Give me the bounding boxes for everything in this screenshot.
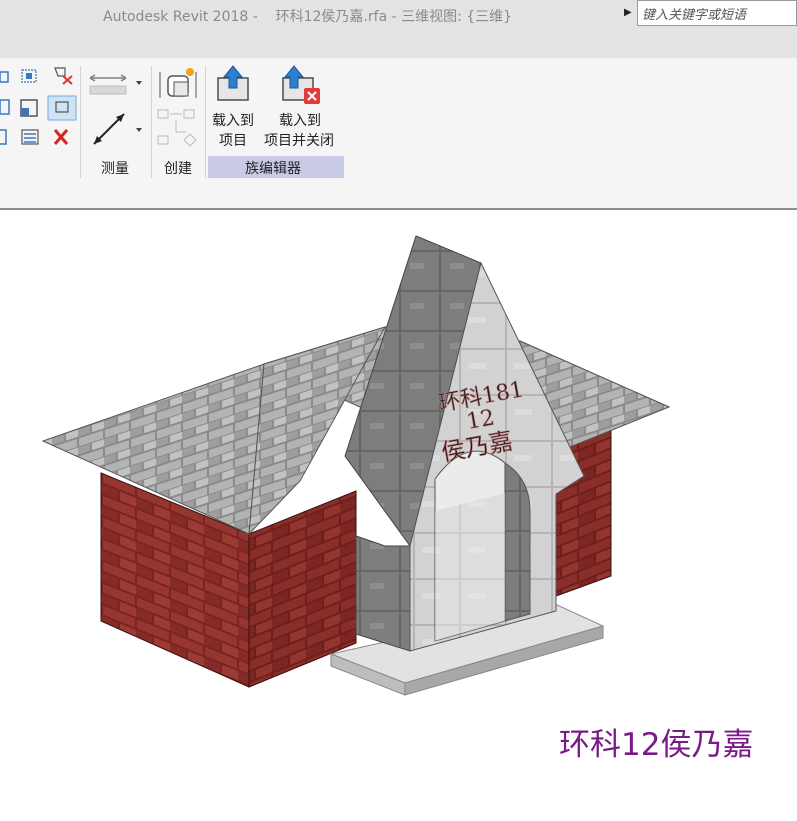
search-input[interactable]: 键入关键字或短语 <box>637 0 797 26</box>
search-expand-icon[interactable]: ▶ <box>624 7 632 18</box>
load-close-label-line2: 项目并关闭 <box>264 133 334 149</box>
separator <box>151 66 152 178</box>
arch-back-wall <box>435 493 505 641</box>
separator <box>205 66 206 178</box>
separator <box>80 66 81 178</box>
dropdown-arrow-icon[interactable] <box>136 128 142 132</box>
align-icon[interactable] <box>0 71 9 83</box>
panel-label-create: 创建 <box>164 161 192 177</box>
scale-icon[interactable] <box>20 99 38 117</box>
modify-tools-group <box>0 67 77 145</box>
mirror-icon[interactable] <box>0 99 10 115</box>
load-into-project-button[interactable] <box>215 64 255 106</box>
load-into-project-label-line2: 项目 <box>219 133 247 149</box>
pin-button[interactable] <box>47 95 77 121</box>
window-title: Autodesk Revit 2018 - 环科12侯乃嘉.rfa - 三维视图… <box>103 9 513 25</box>
offset-icon[interactable] <box>21 69 37 83</box>
measure-tools <box>89 74 142 145</box>
panel-label-measure: 测量 <box>101 161 129 177</box>
split-icon[interactable] <box>21 129 39 145</box>
measure-between-icon[interactable] <box>93 113 125 145</box>
create-family-icon[interactable] <box>159 68 197 98</box>
ribbon-border <box>0 208 797 210</box>
dropdown-arrow-icon[interactable] <box>136 81 142 85</box>
create-tools <box>157 68 197 147</box>
reference-icon[interactable] <box>157 109 197 147</box>
panel-label-family-editor: 族编辑器 <box>245 161 301 177</box>
watermark-text: 环科12侯乃嘉 <box>559 727 754 763</box>
delete-icon[interactable] <box>53 129 69 145</box>
aligned-dimension-icon[interactable] <box>89 74 127 95</box>
load-into-project-label-line1: 载入到 <box>212 113 254 129</box>
load-close-label-line1: 载入到 <box>279 113 321 129</box>
gable-pillar-left-side <box>355 535 411 652</box>
title-bar: Autodesk Revit 2018 - 环科12侯乃嘉.rfa - 三维视图… <box>0 0 797 58</box>
array-icon[interactable] <box>0 129 7 145</box>
load-into-project-and-close-button[interactable] <box>280 64 324 108</box>
unpin-icon[interactable] <box>54 67 73 85</box>
